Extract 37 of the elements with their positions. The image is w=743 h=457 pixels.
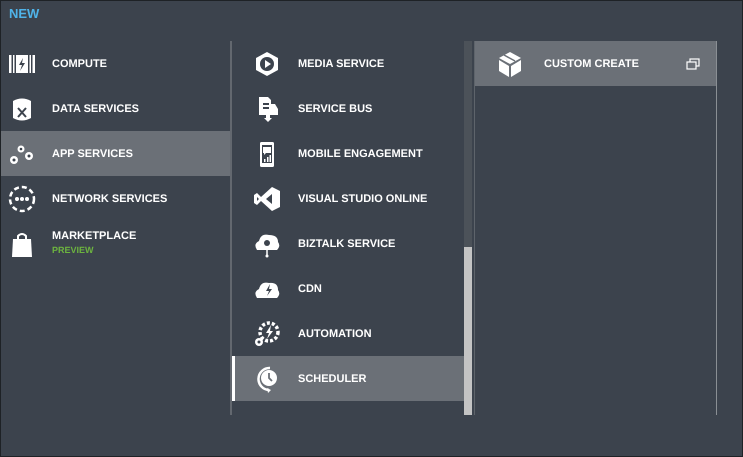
service-label: SERVICE BUS [298, 102, 372, 114]
dashed-circle-icon [8, 184, 36, 212]
window-icon[interactable] [686, 58, 700, 70]
service-label: SCHEDULER [298, 372, 366, 384]
category-label: COMPUTE [52, 58, 107, 70]
category-label: MARKETPLACE [52, 230, 136, 242]
option-label: CUSTOM CREATE [544, 58, 640, 70]
service-item[interactable]: MEDIA SERVICE [232, 41, 464, 86]
category-item[interactable]: COMPUTE [1, 41, 230, 86]
service-label: MEDIA SERVICE [298, 58, 384, 70]
service-label: CDN [298, 282, 322, 294]
service-item[interactable]: CDN [232, 266, 464, 311]
category-label: APP SERVICES [52, 148, 133, 160]
scrollbar[interactable] [464, 41, 472, 415]
service-item[interactable]: AUTOMATION [232, 311, 464, 356]
category-label: NETWORK SERVICES [52, 192, 168, 204]
preview-label: PREVIEW [52, 245, 95, 255]
gear-bolt-icon [253, 320, 281, 348]
service-item[interactable]: SCHEDULER [232, 356, 464, 401]
service-label: BIZTALK SERVICE [298, 238, 396, 250]
service-item[interactable]: BIZTALK SERVICE [232, 221, 464, 266]
category-item[interactable]: APP SERVICES [1, 131, 230, 176]
service-item[interactable]: MOBILE ENGAGEMENT [232, 131, 464, 176]
category-item[interactable]: MARKETPLACE PREVIEW [1, 221, 230, 266]
service-item[interactable]: VISUAL STUDIO ONLINE [232, 176, 464, 221]
play-icon [253, 50, 281, 78]
category-item[interactable]: DATA SERVICES [1, 86, 230, 131]
service-label: MOBILE ENGAGEMENT [298, 148, 423, 160]
box-icon [496, 50, 524, 78]
scrollbar-thumb[interactable] [464, 41, 472, 247]
service-label: AUTOMATION [298, 328, 372, 340]
category-item[interactable]: NETWORK SERVICES [1, 176, 230, 221]
service-item[interactable]: SERVICE BUS [232, 86, 464, 131]
service-label: VISUAL STUDIO ONLINE [298, 192, 428, 204]
window-title: NEW [8, 5, 40, 23]
option-item[interactable]: CUSTOM CREATE [475, 41, 716, 86]
category-label: DATA SERVICES [52, 102, 139, 114]
